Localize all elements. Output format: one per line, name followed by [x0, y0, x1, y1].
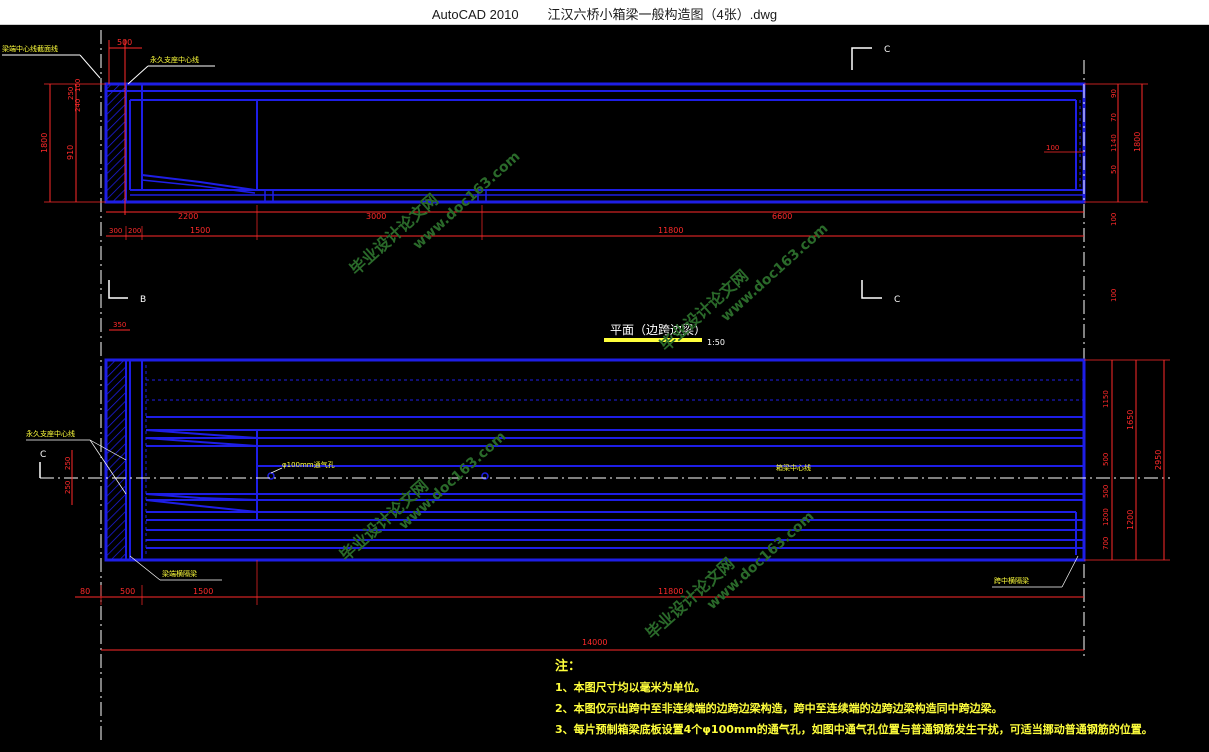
- dim-plan-right-500b: 500: [1102, 485, 1110, 498]
- dim-elev-right-1140: 1140: [1110, 134, 1118, 152]
- plan-view: 平面（边跨边梁） 1:50 C φ100mm通气孔 箱梁中心线 永久支座中心线 …: [26, 321, 1170, 651]
- vent-hole-label: φ100mm通气孔: [282, 460, 335, 469]
- end-beam-label: 梁端横隔梁: [162, 569, 197, 578]
- dim-elev-bottom-3000: 3000: [366, 212, 386, 221]
- note-item-1: 1、本图尺寸均以毫米为单位。: [555, 681, 706, 694]
- dim-elev-11800: 11800: [658, 226, 683, 235]
- dim-plan-top: 350: [113, 321, 126, 329]
- dim-elev-left-100: 100: [74, 79, 82, 92]
- dim-elev-right-90: 90: [1110, 89, 1118, 98]
- cad-drawing[interactable]: C B C 梁端中心线截面线 永久支座中心线 500 1800 910 250 …: [0, 25, 1209, 747]
- dim-elev-1500: 1500: [190, 226, 210, 235]
- section-mark-b: B: [140, 295, 146, 305]
- dim-plan-left-250a: 250: [64, 457, 72, 470]
- window-title-bar: AutoCAD 2010 江汉六桥小箱梁一般构造图（4张）.dwg: [0, 0, 1209, 25]
- midspan-beam-label: 跨中横隔梁: [994, 576, 1029, 585]
- plan-permanent-support-label: 永久支座中心线: [26, 429, 75, 438]
- dim-elev-right-50: 50: [1110, 165, 1118, 174]
- dim-elev-300: 300: [109, 227, 122, 235]
- note-item-3: 3、每片预制箱梁底板设置4个φ100mm的通气孔，如图中通气孔位置与普通钢筋发生…: [555, 723, 1153, 736]
- dim-plan-right-1150: 1150: [1102, 390, 1110, 408]
- dim-plan-right-1650: 1650: [1126, 410, 1135, 430]
- window-title: AutoCAD 2010 江汉六桥小箱梁一般构造图（4张）.dwg: [431, 7, 778, 22]
- dim-plan-500: 500: [120, 587, 135, 596]
- dim-plan-right-2950: 2950: [1154, 450, 1163, 470]
- dim-plan-right-700: 700: [1102, 537, 1110, 550]
- note-item-2: 2、本图仅示出跨中至非连续端的边跨边梁构造，跨中至连续端的边跨边梁构造同中跨边梁…: [555, 702, 1003, 715]
- section-mark-c-top: C: [884, 45, 890, 55]
- dim-elev-left-240: 240: [74, 99, 82, 112]
- watermark: 毕业设计论文网 www.doc163.com 毕业设计论文网 www.doc16…: [336, 149, 831, 643]
- dim-plan-80: 80: [80, 587, 90, 596]
- dim-plan-right-500a: 500: [1102, 453, 1110, 466]
- dim-elev-right-70: 70: [1110, 113, 1118, 122]
- dim-elev-left-910: 910: [66, 145, 75, 160]
- dim-plan-total: 14000: [582, 638, 607, 647]
- dim-elev-200: 200: [128, 227, 141, 235]
- dim-elev-left-1800: 1800: [40, 133, 49, 153]
- notes-block: 注： 1、本图尺寸均以毫米为单位。 2、本图仅示出跨中至非连续端的边跨边梁构造，…: [555, 656, 1153, 740]
- plan-scale: 1:50: [707, 338, 725, 347]
- permanent-support-label: 永久支座中心线: [150, 55, 199, 64]
- notes-heading: 注：: [555, 659, 582, 674]
- dim-elev-inner-100: 100: [1046, 144, 1059, 152]
- dim-elev-top: 500: [117, 38, 132, 47]
- support-center-label: 梁端中心线截面线: [2, 44, 58, 53]
- section-mark-c: C: [894, 295, 900, 305]
- dim-elev-bottom-2200: 2200: [178, 212, 198, 221]
- plan-section-mark-c: C: [40, 450, 46, 460]
- dim-elev-right-100: 100: [1110, 213, 1118, 226]
- elevation-view: C B C 梁端中心线截面线 永久支座中心线 500 1800 910 250 …: [2, 30, 1148, 740]
- dim-elev-bottom-6600: 6600: [772, 212, 792, 221]
- dim-plan-right-1200b: 1200: [1126, 510, 1135, 530]
- dim-plan-1500: 1500: [193, 587, 213, 596]
- centerline-label: 箱梁中心线: [776, 463, 811, 472]
- dim-plan-left-250b: 250: [64, 481, 72, 494]
- drawing-canvas[interactable]: C B C 梁端中心线截面线 永久支座中心线 500 1800 910 250 …: [0, 25, 1209, 747]
- dim-elev-right-100b: 100: [1110, 289, 1118, 302]
- dim-elev-right-1800: 1800: [1133, 132, 1142, 152]
- dim-plan-right-1200: 1200: [1102, 508, 1110, 526]
